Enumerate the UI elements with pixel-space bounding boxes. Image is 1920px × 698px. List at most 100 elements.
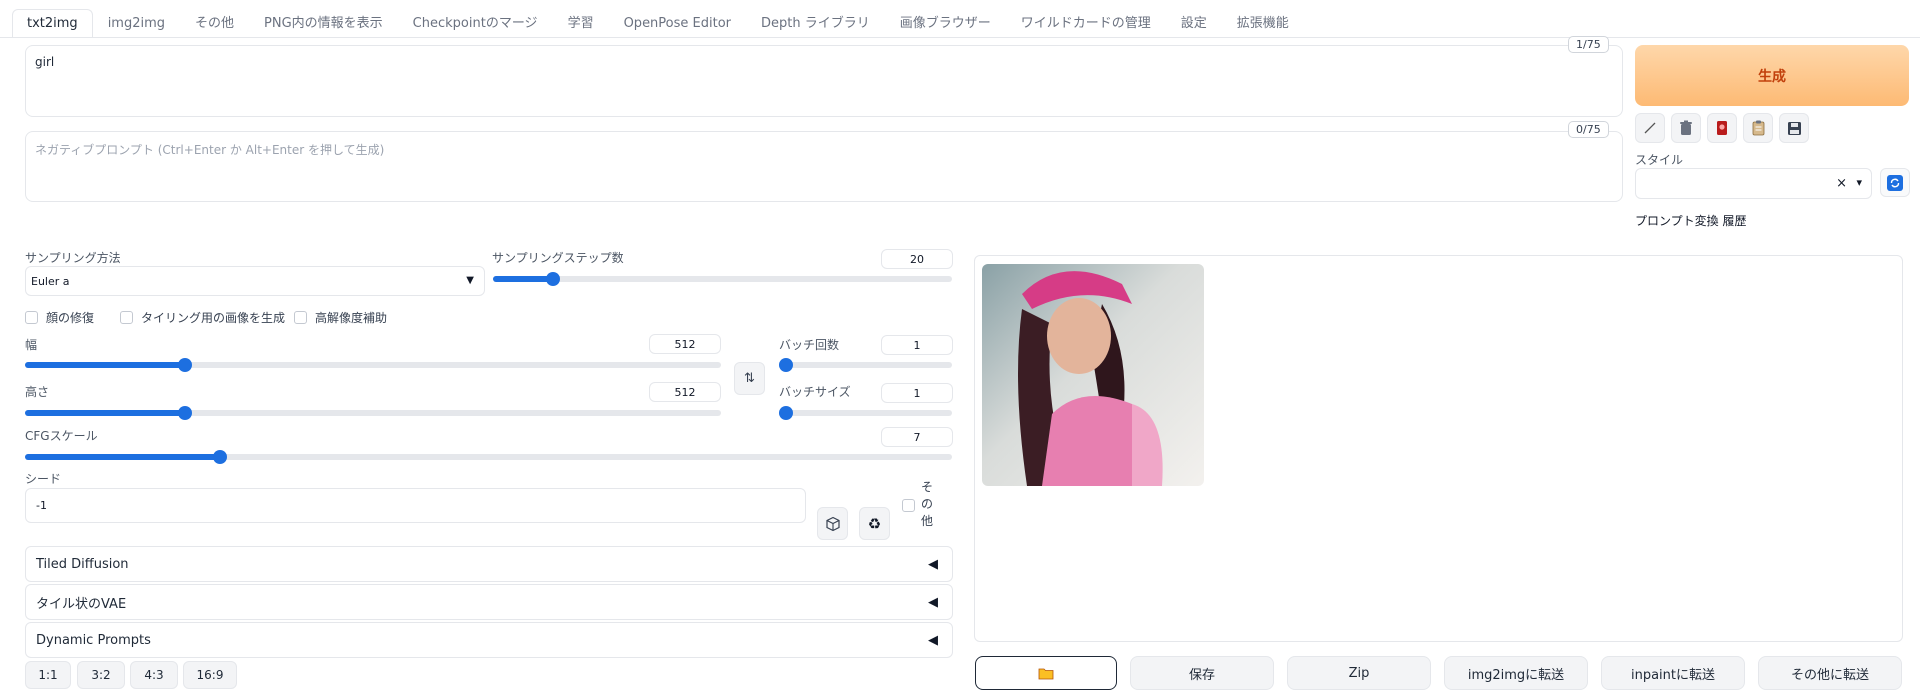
read-params-icon[interactable]: [1635, 113, 1665, 143]
slider-thumb[interactable]: [545, 272, 560, 286]
tab-2[interactable]: その他: [180, 5, 249, 38]
recycle-icon: ♻: [867, 514, 882, 533]
collapse-arrow-icon: ◀: [928, 556, 938, 572]
ratio-button-4-3[interactable]: 4:3: [130, 661, 178, 689]
width-slider[interactable]: [25, 358, 721, 372]
sampler-dropdown[interactable]: Euler a ▼: [25, 266, 485, 296]
accordion-title: Tiled Diffusion: [36, 556, 129, 572]
width-label: 幅: [25, 338, 38, 352]
tab-1[interactable]: img2img: [93, 9, 180, 38]
checkbox-label: 高解像度補助: [315, 311, 388, 325]
refresh-styles-button[interactable]: [1880, 168, 1910, 197]
height-label: 高さ: [25, 385, 50, 399]
tab-bar: txt2img img2img その他 PNG内の情報を表示 Checkpointのマー…: [12, 8, 1304, 38]
slider-thumb[interactable]: [212, 450, 227, 464]
zip-button[interactable]: Zip: [1287, 656, 1431, 690]
face-restore-checkbox[interactable]: 顔の修復: [25, 309, 94, 326]
style-label: スタイル: [1635, 153, 1684, 167]
tab-10[interactable]: 設定: [1166, 5, 1222, 38]
tab-3[interactable]: PNG内の情報を表示: [249, 5, 398, 38]
seed-value: -1: [36, 499, 47, 512]
tab-divider: [0, 37, 1920, 38]
clipboard-icon[interactable]: [1743, 113, 1773, 143]
tab-5[interactable]: 学習: [553, 5, 609, 38]
send-to-extras-button[interactable]: その他に転送: [1758, 656, 1902, 690]
save-style-icon[interactable]: [1779, 113, 1809, 143]
trash-icon[interactable]: [1671, 113, 1701, 143]
tab-0[interactable]: txt2img: [12, 9, 93, 38]
tab-11[interactable]: 拡張機能: [1222, 5, 1304, 38]
send-to-inpaint-button[interactable]: inpaintに転送: [1601, 656, 1745, 690]
height-number[interactable]: 512: [649, 382, 721, 402]
hires-checkbox[interactable]: 高解像度補助: [294, 309, 387, 326]
seed-input[interactable]: -1: [25, 488, 806, 523]
batch-size-slider[interactable]: [779, 406, 952, 420]
chevron-down-icon: ▾: [1856, 176, 1862, 189]
prompt-history-label: プロンプト変換 履歴: [1635, 214, 1747, 228]
accordion-dynamic-prompts[interactable]: Dynamic Prompts ◀: [25, 622, 953, 658]
batch-count-number[interactable]: 1: [881, 335, 953, 355]
tiling-checkbox[interactable]: タイリング用の画像を生成: [120, 309, 285, 326]
sampler-label: サンプリング方法: [25, 251, 121, 265]
batch-size-number[interactable]: 1: [881, 383, 953, 403]
height-slider[interactable]: [25, 406, 721, 420]
dice-icon: [825, 516, 840, 531]
seed-extra-checkbox[interactable]: [902, 499, 915, 512]
accordion-tiled-diffusion[interactable]: Tiled Diffusion ◀: [25, 546, 953, 582]
width-number[interactable]: 512: [649, 334, 721, 354]
steps-slider[interactable]: [493, 272, 952, 286]
negative-prompt-textarea[interactable]: ネガティブプロンプト (Ctrl+Enter か Alt+Enter を押して生…: [25, 131, 1623, 202]
checkbox-label: タイリング用の画像を生成: [141, 311, 286, 325]
seed-extra-label: そ の 他: [920, 479, 934, 530]
cfg-number[interactable]: 7: [881, 427, 953, 447]
negative-prompt-placeholder: ネガティブプロンプト (Ctrl+Enter か Alt+Enter を押して生…: [35, 143, 385, 157]
slider-thumb[interactable]: [178, 406, 193, 420]
tab-8[interactable]: 画像ブラウザー: [885, 5, 1006, 38]
tab-9[interactable]: ワイルドカードの管理: [1006, 5, 1166, 38]
checkbox-box[interactable]: [294, 311, 307, 324]
extra-networks-icon[interactable]: [1707, 113, 1737, 143]
checkbox-label: 顔の修復: [46, 311, 95, 325]
negative-token-counter: 0/75: [1568, 121, 1609, 138]
tab-4[interactable]: Checkpointのマージ: [398, 5, 553, 38]
steps-number[interactable]: 20: [881, 249, 953, 269]
random-seed-button[interactable]: [817, 507, 848, 540]
seed-extra-label-char: 他: [920, 514, 933, 528]
sampler-value: Euler a: [31, 275, 70, 288]
ratio-button-16-9[interactable]: 16:9: [183, 661, 237, 689]
batch-count-slider[interactable]: [779, 358, 952, 372]
slider-thumb[interactable]: [779, 358, 793, 372]
prompt-textarea[interactable]: girl: [25, 45, 1623, 117]
ratio-button-1-1[interactable]: 1:1: [25, 661, 71, 689]
seed-label: シード: [25, 472, 62, 486]
accordion-title: タイル状のVAE: [36, 596, 127, 612]
clear-icon[interactable]: ×: [1836, 176, 1847, 191]
ratio-button-3-2[interactable]: 3:2: [77, 661, 125, 689]
accordion-tiled-vae[interactable]: タイル状のVAE ◀: [25, 584, 953, 620]
tab-6[interactable]: OpenPose Editor: [609, 9, 746, 38]
checkbox-box[interactable]: [25, 311, 38, 324]
open-folder-button[interactable]: [975, 656, 1117, 690]
generate-button[interactable]: 生成: [1635, 45, 1909, 106]
send-to-img2img-button[interactable]: img2imgに転送: [1444, 656, 1588, 690]
steps-label: サンプリングステップ数: [492, 251, 624, 265]
batch-count-label: バッチ回数: [779, 338, 840, 352]
prompt-text: girl: [35, 55, 55, 69]
tab-7[interactable]: Depth ライブラリ: [746, 5, 885, 38]
checkbox-box[interactable]: [120, 311, 133, 324]
reuse-seed-button[interactable]: ♻: [859, 507, 890, 540]
prompt-token-counter: 1/75: [1568, 36, 1609, 53]
slider-thumb[interactable]: [779, 406, 793, 420]
chevron-down-icon: ▼: [466, 275, 474, 286]
seed-extra-label-char: の: [920, 497, 933, 511]
generated-portrait-image: [982, 264, 1204, 486]
generated-image-thumbnail[interactable]: [982, 264, 1204, 486]
save-button[interactable]: 保存: [1130, 656, 1274, 690]
cfg-slider[interactable]: [25, 450, 952, 464]
refresh-icon: [1887, 174, 1903, 191]
swap-dimensions-button[interactable]: ⇅: [734, 362, 765, 395]
collapse-arrow-icon: ◀: [928, 632, 938, 648]
slider-thumb[interactable]: [178, 358, 193, 372]
style-dropdown[interactable]: × ▾: [1635, 168, 1872, 199]
folder-icon: [1038, 668, 1054, 679]
